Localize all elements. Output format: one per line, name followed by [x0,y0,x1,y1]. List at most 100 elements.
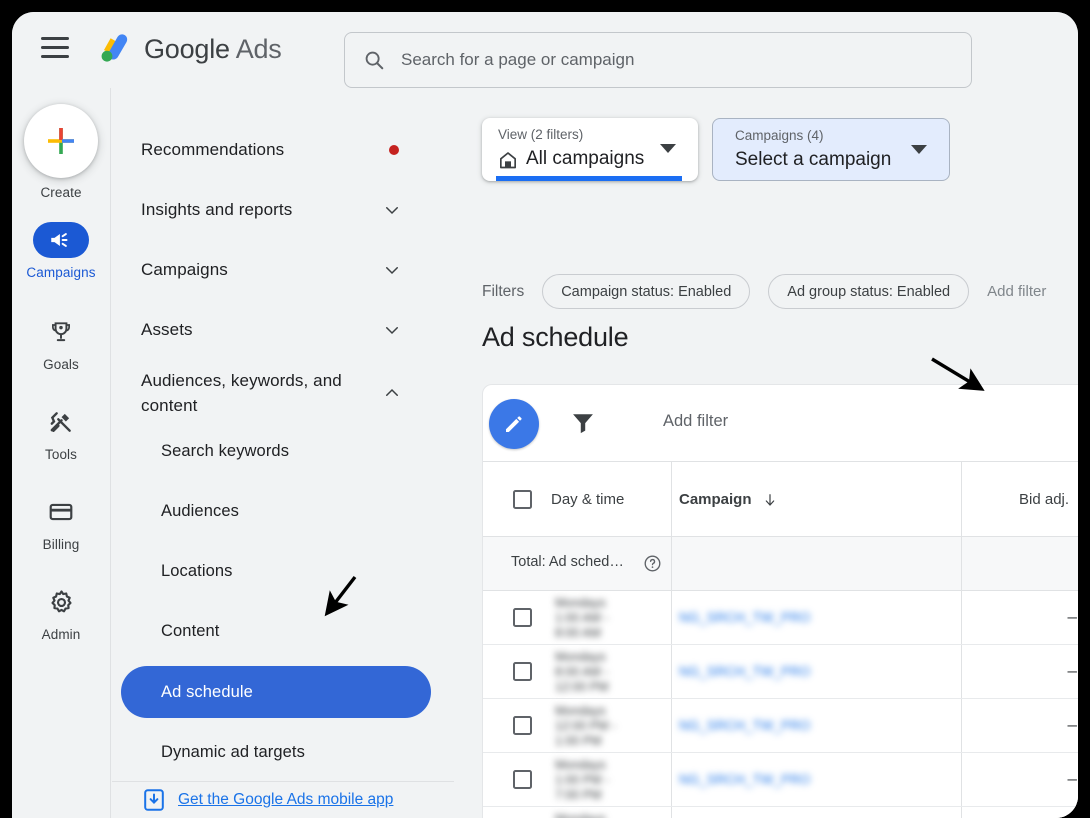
campaign-selector-label: Campaigns (4) [735,128,824,143]
column-header-day-time[interactable]: Day & time [551,462,624,537]
row-checkbox[interactable] [513,662,532,681]
checkbox-icon[interactable] [513,490,532,509]
brand-ads: Ads [235,34,282,64]
filter-chip-campaign-status[interactable]: Campaign status: Enabled [542,274,751,309]
create-button[interactable] [24,104,98,178]
rail-item-campaigns[interactable]: Campaigns [12,222,110,280]
campaigns-pill[interactable] [33,222,89,258]
column-divider [961,753,962,806]
column-divider [671,645,672,698]
edit-button[interactable] [489,399,539,449]
nav-item-locations[interactable]: Locations [111,547,443,595]
view-selector-value: All campaigns [526,148,645,169]
goals-pill[interactable] [33,314,89,350]
row-campaign-link[interactable]: NG_SRCH_TW_PRO [679,718,810,733]
column-divider [671,462,672,537]
nav-item-recommendations[interactable]: Recommendations [111,126,443,174]
rail-item-billing[interactable]: Billing [12,494,110,552]
row-bid-adj: – [1067,661,1077,680]
column-divider [671,537,672,590]
nav-label-dynamic-ad-targets: Dynamic ad targets [161,742,305,761]
table-row[interactable]: Mondays 7:00 PM - 9:00 PM NG_SRCH_TW_PRO… [483,807,1078,818]
add-filter-link[interactable]: Add filter [987,283,1046,300]
rail-item-create[interactable]: Create [12,104,110,200]
rail-item-goals[interactable]: Goals [12,314,110,372]
column-divider [671,753,672,806]
table-row[interactable]: Mondays 1:00 PM - 7:00 PM NG_SRCH_TW_PRO… [483,753,1078,807]
nav-item-dynamic-ad-targets[interactable]: Dynamic ad targets [111,728,443,776]
page-title: Ad schedule [482,322,629,352]
download-app-icon [144,789,164,811]
table-row[interactable]: Mondays 1:00 AM - 8:00 AM NG_SRCH_TW_PRO… [483,591,1078,645]
billing-pill[interactable] [33,494,89,530]
help-circle-icon[interactable] [643,554,662,573]
row-checkbox[interactable] [513,716,532,735]
nav-item-search-keywords[interactable]: Search keywords [111,427,443,475]
mobile-app-link[interactable]: Get the Google Ads mobile app [178,791,393,809]
gear-icon [50,589,72,612]
funnel-icon[interactable] [569,409,597,437]
row-day-time: Mondays 7:00 PM - 9:00 PM [555,812,609,818]
top-app-bar: Google Ads Search for a page or campaign [12,12,1078,88]
view-selector[interactable]: View (2 filters) All campaigns [482,118,698,181]
column-divider [961,807,962,818]
column-header-bid-adj[interactable]: Bid adj. [1019,462,1069,537]
row-checkbox[interactable] [513,608,532,627]
row-bid-adj: – [1067,607,1077,626]
home-icon [500,152,516,169]
view-selector-underline [496,176,682,181]
app-window: Google Ads Search for a page or campaign… [12,12,1078,818]
select-all-checkbox[interactable] [513,462,532,537]
pencil-icon [506,416,522,432]
rail-item-tools[interactable]: Tools [12,404,110,462]
row-campaign-link[interactable]: NG_SRCH_TW_PRO [679,772,810,787]
chevron-down-icon[interactable] [383,201,401,219]
total-row-label: Total: Ad sched… [511,554,624,570]
chevron-up-icon[interactable] [383,384,401,402]
nav-label-campaigns: Campaigns [141,260,228,279]
column-divider [961,699,962,752]
campaign-selector[interactable]: Campaigns (4) Select a campaign [712,118,950,181]
nav-label-locations: Locations [161,561,233,580]
arrow-down-icon[interactable] [762,492,778,508]
section-nav-panel: Recommendations Insights and reports Cam… [110,88,455,818]
rail-label-campaigns: Campaigns [26,265,96,280]
nav-item-audiences-keywords-and-content[interactable]: Audiences, keywords, and content [111,362,443,424]
chevron-down-icon[interactable] [383,321,401,339]
table-add-filter-button[interactable]: Add filter [663,412,728,431]
nav-item-campaigns[interactable]: Campaigns [111,246,443,294]
admin-pill[interactable] [33,584,89,620]
hamburger-icon[interactable] [41,37,71,63]
search-input[interactable]: Search for a page or campaign [344,32,972,88]
chevron-down-icon[interactable] [383,261,401,279]
row-campaign-link[interactable]: NG_SRCH_TW_PRO [679,664,810,679]
nav-item-assets[interactable]: Assets [111,306,443,354]
row-day-time: Mondays 1:00 AM - 8:00 AM [555,596,609,640]
row-campaign-link[interactable]: NG_SRCH_TW_PRO [679,610,810,625]
filter-chip-ad-group-status[interactable]: Ad group status: Enabled [768,274,970,309]
column-header-campaign[interactable]: Campaign [679,462,778,537]
caret-down-icon[interactable] [911,145,927,154]
nav-label-recommendations: Recommendations [141,140,285,159]
row-checkbox[interactable] [513,770,532,789]
table-row[interactable]: Mondays 8:00 AM - 12:00 PM NG_SRCH_TW_PR… [483,645,1078,699]
column-header-campaign-label: Campaign [679,491,752,508]
main-content: View (2 filters) All campaigns Campaigns… [454,88,1078,818]
campaign-selector-value: Select a campaign [735,149,892,170]
tools-pill[interactable] [33,404,89,440]
nav-label-insights-and-reports: Insights and reports [141,200,293,219]
nav-item-insights-and-reports[interactable]: Insights and reports [111,186,443,234]
caret-down-icon[interactable] [660,144,676,153]
rail-label-admin: Admin [41,627,81,642]
nav-item-audiences[interactable]: Audiences [111,487,443,535]
search-icon [365,51,384,70]
table-row[interactable]: Mondays 12:00 PM - 1:00 PM NG_SRCH_TW_PR… [483,699,1078,753]
rail-item-admin[interactable]: Admin [12,584,110,642]
nav-item-ad-schedule[interactable]: Ad schedule [121,666,431,718]
nav-item-content[interactable]: Content [111,607,443,655]
column-divider [961,462,962,537]
nav-label-search-keywords: Search keywords [161,441,290,460]
row-day-time: Mondays 1:00 PM - 7:00 PM [555,758,610,802]
mobile-app-promo[interactable]: Get the Google Ads mobile app [112,781,455,818]
brand-google: Google [144,34,230,64]
